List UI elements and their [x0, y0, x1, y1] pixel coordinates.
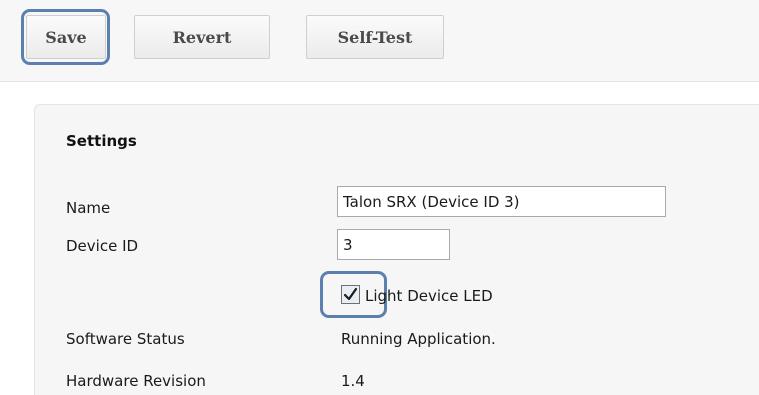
settings-heading: Settings	[66, 132, 137, 150]
revert-button[interactable]: Revert	[134, 15, 270, 59]
device-id-input[interactable]	[337, 229, 450, 260]
name-input[interactable]	[337, 186, 666, 217]
name-label: Name	[66, 199, 111, 217]
hardware-revision-value: 1.4	[341, 372, 365, 390]
save-button[interactable]: Save	[26, 15, 106, 59]
software-status-label: Software Status	[66, 330, 185, 348]
checkmark-icon	[343, 287, 358, 301]
self-test-button[interactable]: Self-Test	[306, 15, 444, 59]
software-status-value: Running Application.	[341, 330, 496, 348]
toolbar: Save Revert Self-Test	[0, 0, 759, 82]
light-led-checkbox[interactable]	[341, 285, 360, 304]
light-led-label: Light Device LED	[365, 287, 493, 305]
hardware-revision-label: Hardware Revision	[66, 372, 206, 390]
device-id-label: Device ID	[66, 237, 139, 255]
